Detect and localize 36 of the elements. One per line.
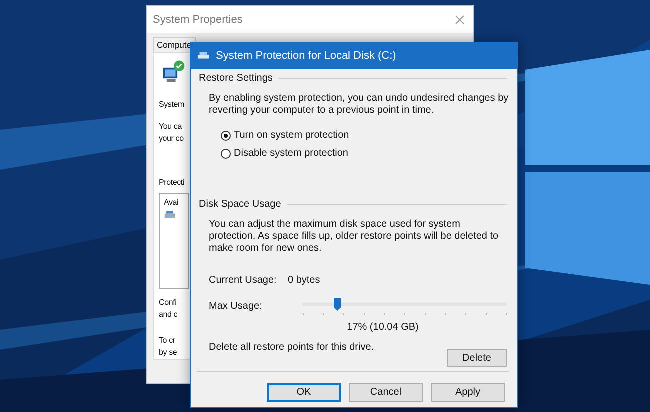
drive-icon — [164, 210, 176, 220]
delete-button[interactable]: Delete — [447, 349, 507, 367]
column-header: Avai — [164, 196, 179, 209]
group-heading: Disk Space Usage — [199, 198, 282, 210]
radio-button[interactable] — [221, 148, 231, 158]
drive-icon — [197, 51, 210, 61]
window-title: System Properties — [153, 14, 243, 26]
section-heading: System — [159, 98, 184, 111]
description-text: By enabling system protection, you can undo undesired changes by reverting your computer to a previous point in time. — [209, 93, 509, 117]
usage-reading: 17% (10.04 GB) — [347, 322, 419, 333]
close-icon[interactable] — [455, 14, 465, 24]
computer-icon — [161, 59, 187, 84]
section-label: Protecti — [159, 176, 185, 189]
field-value: 0 bytes — [288, 275, 320, 286]
radio-option[interactable]: Turn on system protection — [221, 130, 350, 141]
tab[interactable]: Compute — [153, 37, 196, 52]
dialog-button[interactable]: Cancel — [349, 383, 423, 402]
radio-button[interactable] — [221, 130, 231, 140]
usage-slider[interactable] — [302, 298, 507, 314]
drive-list[interactable]: Avai — [159, 192, 189, 289]
description-text: by se — [159, 347, 178, 359]
description-text: You can adjust the maximum disk space used for system protection. As space fills up, older restore points will be deleted to make room for new ones. — [209, 219, 500, 255]
radio-option[interactable]: Disable system protection — [221, 148, 348, 159]
description-text: and c — [159, 309, 178, 321]
dialog-button[interactable]: Apply — [431, 383, 505, 402]
description-text: Delete all restore points for this drive. — [209, 342, 374, 353]
group-heading: Restore Settings — [199, 72, 273, 84]
description-text: your co — [159, 132, 184, 145]
description-text: Confi — [159, 297, 178, 309]
dialog-button[interactable]: OK — [267, 383, 341, 402]
description-text: You ca — [159, 120, 184, 133]
field-label: Current Usage: — [209, 275, 278, 286]
window-title: System Protection for Local Disk (C:) — [216, 50, 396, 62]
slider-thumb[interactable] — [334, 298, 342, 311]
description-text: To cr — [159, 335, 176, 347]
field-label: Max Usage: — [209, 300, 264, 312]
